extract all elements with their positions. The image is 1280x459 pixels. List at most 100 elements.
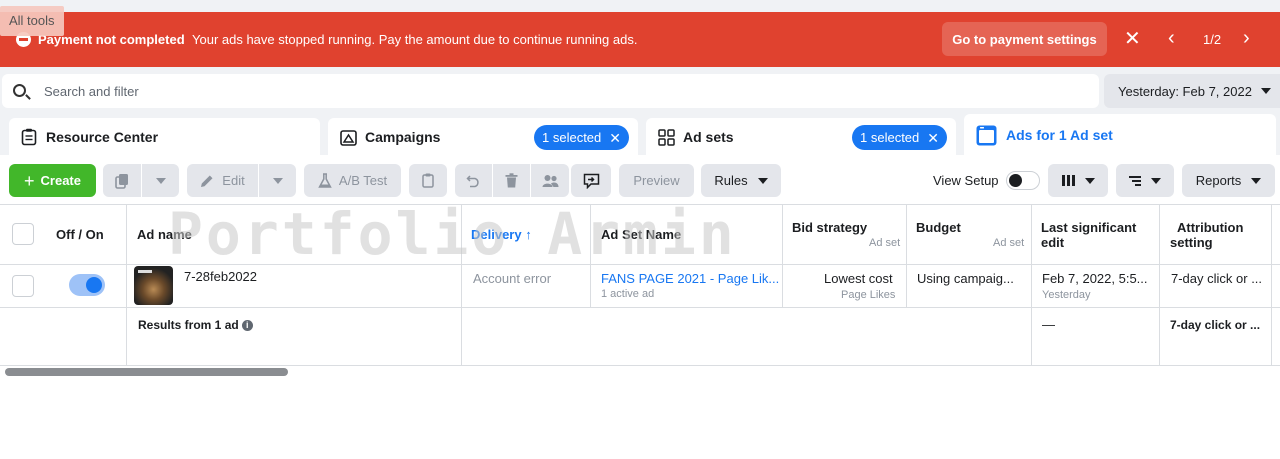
ad-name-cell[interactable]: 7-28feb2022 [184,269,257,284]
ad-set-sub-label: 1 active ad [601,288,655,300]
preview-button[interactable]: Preview [619,164,694,197]
preview-comment-button[interactable] [571,164,611,197]
divider [782,205,783,308]
caret-down-icon [1261,88,1271,94]
sort-up-icon: ↑ [525,227,532,242]
undo-button[interactable] [455,164,492,197]
close-icon[interactable]: ✕ [927,131,939,145]
edit-label: Edit [222,173,245,188]
tab-resource-center[interactable]: Resource Center [9,118,320,158]
close-icon[interactable]: ✕ [609,131,621,145]
divider [1159,205,1160,366]
results-summary: Results from 1 ad i [138,318,253,332]
divider [126,205,127,366]
column-delivery[interactable]: Delivery ↑ [471,227,532,242]
selected-count: 1 selected [542,130,602,145]
duplicate-dropdown[interactable] [142,164,179,197]
go-to-payment-settings-button[interactable]: Go to payment settings [942,22,1107,56]
column-label-line1: Last significant [1041,220,1137,235]
chevron-right-icon[interactable]: › [1243,28,1250,48]
bid-strategy-sub-label: Page Likes [841,289,896,301]
horizontal-scrollbar[interactable] [5,368,288,376]
ad-thumbnail[interactable] [134,266,173,305]
ad-sets-selected-pill[interactable]: 1 selected ✕ [852,125,947,150]
ad-set-name-link[interactable]: FANS PAGE 2021 - Page Lik... [601,271,779,286]
rules-button[interactable]: Rules [701,164,781,197]
tab-campaigns[interactable]: Campaigns 1 selected ✕ [328,118,638,158]
date-range-picker[interactable]: Yesterday: Feb 7, 2022 [1104,74,1280,108]
breakdown-button[interactable] [1116,164,1174,197]
ad-window-icon [976,125,997,146]
divider [0,264,1280,265]
select-all-checkbox[interactable] [12,223,34,245]
row-checkbox[interactable] [12,275,34,297]
edit-dropdown[interactable] [259,164,296,197]
attribution-cell: 7-day click or ... [1171,271,1263,286]
create-label: Create [40,173,81,188]
column-off-on[interactable]: Off / On [56,227,104,242]
edit-button[interactable]: Edit [187,164,258,197]
bid-strategy-cell: Lowest cost [824,271,893,286]
audience-button[interactable] [531,164,569,197]
selected-count: 1 selected [860,130,920,145]
column-budget[interactable]: Budget [916,220,961,235]
column-bid-strategy[interactable]: Bid strategy [792,220,867,235]
budget-cell: Using campaig... [917,271,1014,286]
info-icon[interactable]: i [241,320,253,331]
reports-button[interactable]: Reports [1182,164,1275,197]
caret-down-icon [1251,177,1262,184]
create-button[interactable]: + Create [9,164,96,197]
payment-banner: Payment not completed Your ads have stop… [0,12,1280,67]
breakdown-icon [1129,175,1141,186]
ad-on-off-toggle[interactable] [69,274,105,296]
caret-down-icon [1151,177,1161,184]
beaker-icon [318,172,332,188]
plus-icon: + [24,170,35,191]
column-attribution-setting[interactable]: Attribution setting [1170,220,1243,250]
search-input[interactable] [44,82,944,100]
column-label-line1: Attribution [1177,220,1244,235]
delivery-cell: Account error [473,271,552,286]
caret-down-icon [155,177,166,184]
divider [461,205,462,366]
flag-icon [340,130,357,146]
column-ad-set-name[interactable]: Ad Set Name [601,227,681,242]
column-label: Delivery [471,227,522,242]
duplicate-button[interactable] [103,164,141,197]
ab-test-button[interactable]: A/B Test [304,164,401,197]
date-range-label: Yesterday: Feb 7, 2022 [1118,83,1252,99]
columns-icon [1061,175,1075,186]
columns-button[interactable] [1048,164,1108,197]
results-label: Results from 1 ad [138,318,239,332]
duplicate-icon [115,173,128,189]
tab-ad-sets[interactable]: Ad sets 1 selected ✕ [646,118,956,158]
rules-label: Rules [714,173,748,188]
grid-icon [658,129,675,146]
banner-message: Your ads have stopped running. Pay the a… [192,32,638,47]
pencil-icon [201,175,213,187]
divider [1031,205,1032,366]
last-edit-sub-label: Yesterday [1042,289,1091,301]
tab-ads[interactable]: Ads for 1 Ad set [964,114,1276,158]
divider [906,205,907,308]
trash-icon [505,173,518,188]
summary-attribution: 7-day click or ... [1170,318,1261,332]
column-last-significant-edit[interactable]: Last significant edit [1041,220,1136,250]
tab-label: Ads for 1 Ad set [1006,127,1113,143]
campaigns-selected-pill[interactable]: 1 selected ✕ [534,125,629,150]
ab-test-label: A/B Test [338,173,388,188]
column-ad-name[interactable]: Ad name [137,227,192,242]
divider [0,365,1280,366]
all-tools-button[interactable]: All tools [0,6,64,36]
clipboard-button[interactable] [409,164,447,197]
banner-pager: 1/2 [1203,32,1222,47]
caret-down-icon [1084,177,1095,184]
close-icon[interactable]: ✕ [1124,29,1141,49]
column-sub-label: Ad set [993,237,1025,249]
chevron-left-icon[interactable]: ‹ [1168,28,1175,48]
view-setup-toggle[interactable] [1006,171,1040,190]
people-icon [542,174,558,187]
column-label-line2: setting [1170,235,1213,250]
column-label-line2: edit [1041,235,1065,250]
delete-button[interactable] [493,164,530,197]
